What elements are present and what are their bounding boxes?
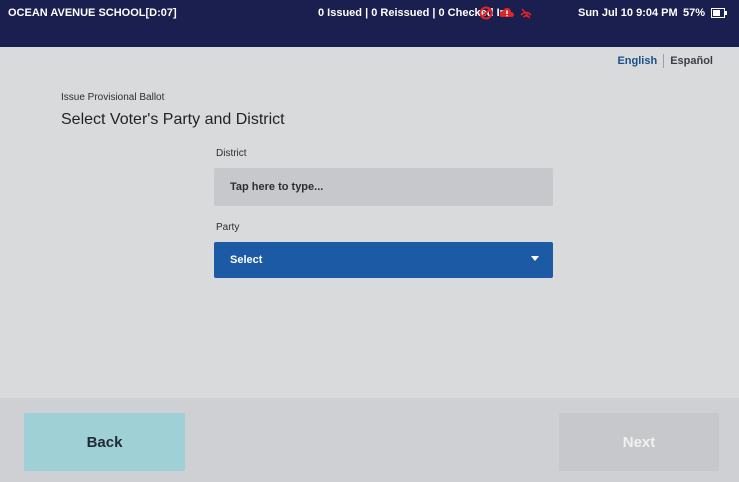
- language-divider: [663, 54, 665, 68]
- district-label: District: [216, 148, 247, 159]
- language-spanish-link[interactable]: Español: [670, 55, 713, 67]
- district-input[interactable]: Tap here to type...: [214, 168, 553, 206]
- polling-location: OCEAN AVENUE SCHOOL[D:07]: [8, 7, 177, 19]
- party-select-value: Select: [230, 254, 263, 266]
- party-label: Party: [216, 222, 240, 233]
- cloud-alert-icon: [499, 6, 514, 20]
- next-button[interactable]: Next: [559, 413, 719, 471]
- language-switcher: English Español: [617, 54, 713, 68]
- date-time: Sun Jul 10 9:04 PM: [578, 7, 678, 19]
- status-bar: OCEAN AVENUE SCHOOL[D:07] 0 Issued | 0 R…: [0, 0, 739, 47]
- battery-status: 57%: [683, 7, 728, 21]
- no-entry-icon: [479, 6, 493, 20]
- battery-icon: [711, 8, 728, 21]
- party-select[interactable]: Select: [214, 242, 553, 278]
- page-title: Select Voter's Party and District: [61, 111, 285, 128]
- caret-down-icon: [531, 256, 539, 261]
- back-button[interactable]: Back: [24, 413, 185, 471]
- breadcrumb: Issue Provisional Ballot: [61, 92, 165, 103]
- wifi-off-icon: [519, 6, 533, 20]
- status-icons: [479, 6, 533, 20]
- battery-percent: 57%: [683, 7, 706, 19]
- language-english-link[interactable]: English: [617, 55, 657, 67]
